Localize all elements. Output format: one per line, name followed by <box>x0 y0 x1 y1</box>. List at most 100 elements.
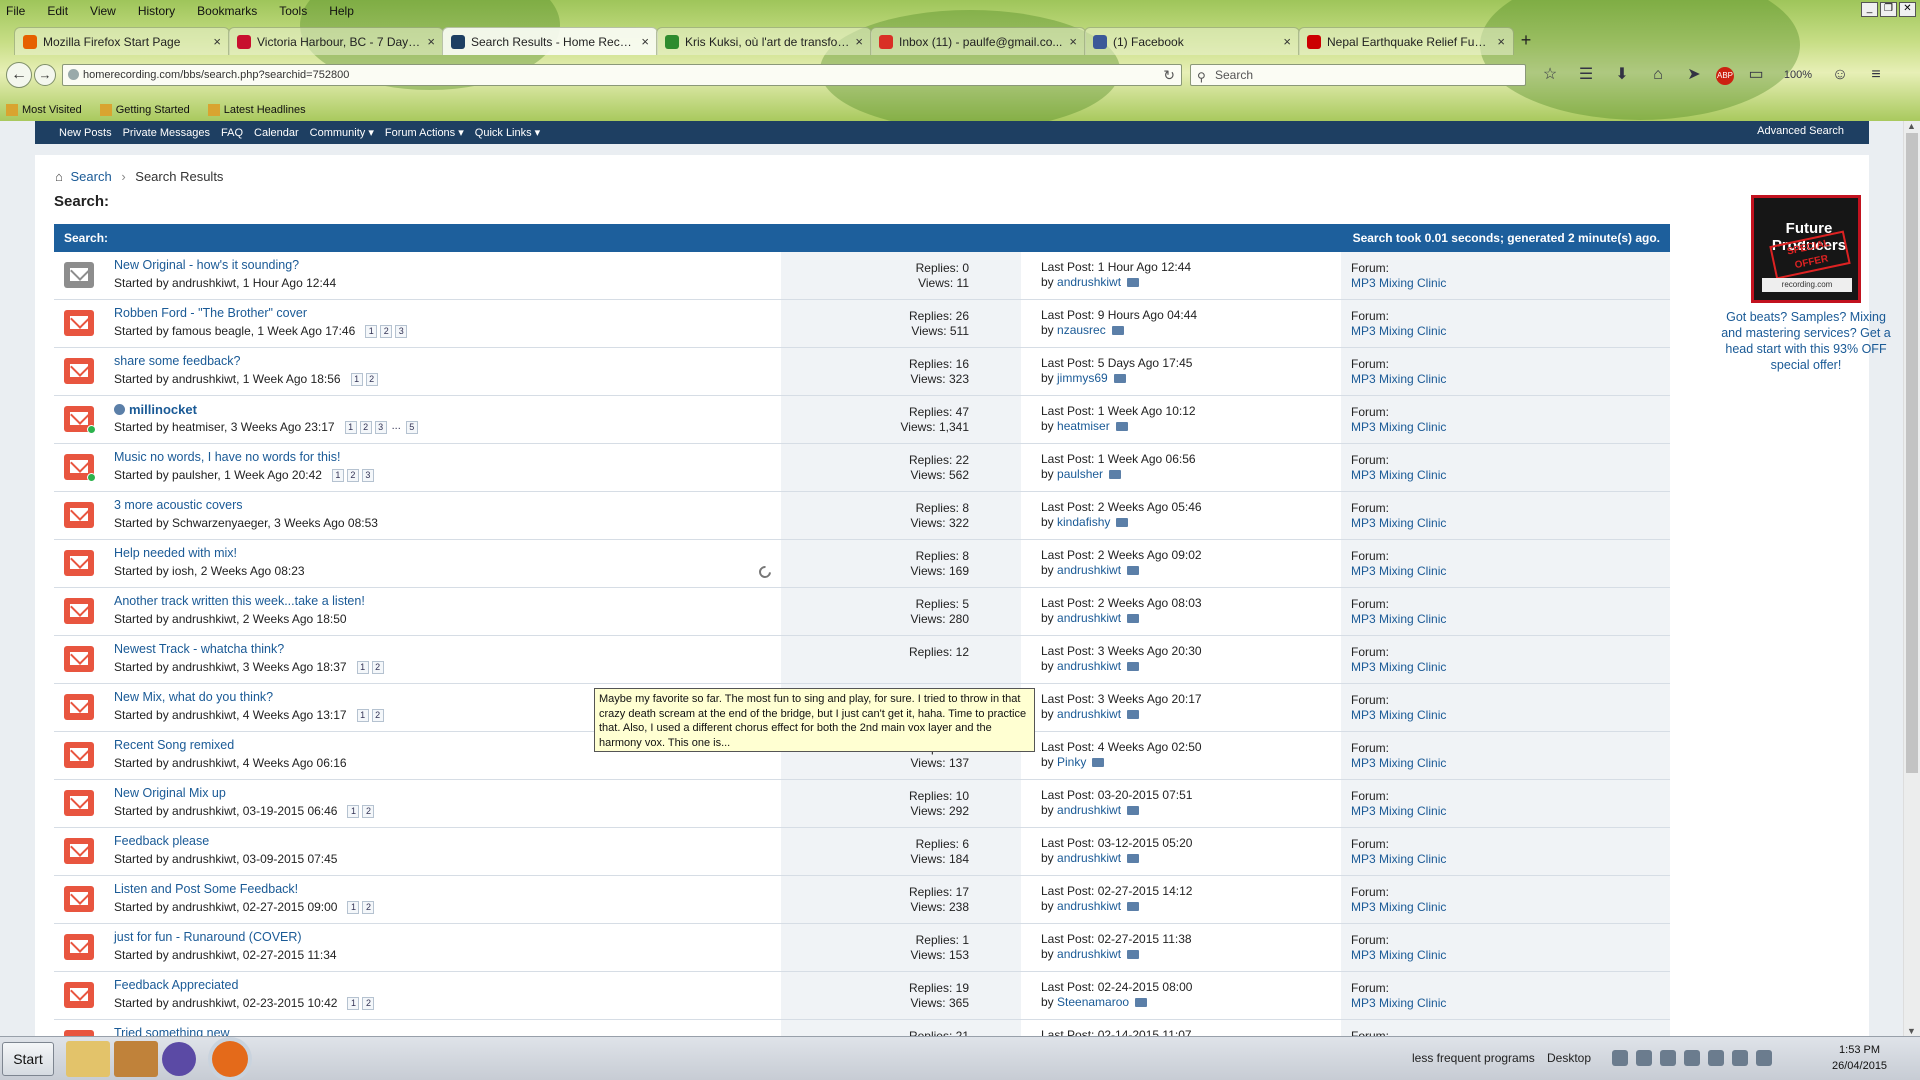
forum-link[interactable]: MP3 Mixing Clinic <box>1351 708 1446 722</box>
go-to-last-post-icon[interactable] <box>1135 998 1148 1008</box>
firefox-icon[interactable] <box>212 1041 248 1077</box>
page-link[interactable]: 1 <box>365 325 378 339</box>
thread-title-link[interactable]: New Original - how's it sounding? <box>114 258 299 272</box>
page-link[interactable]: 3 <box>395 325 408 339</box>
last-post-user-link[interactable]: andrushkiwt <box>1057 659 1121 673</box>
zoom-level[interactable]: 100% <box>1778 65 1818 87</box>
go-to-last-post-icon[interactable] <box>1127 950 1140 960</box>
adblock-icon[interactable]: ABP <box>1716 67 1734 85</box>
menu-history[interactable]: History <box>138 4 175 18</box>
tray-app-icon[interactable] <box>1636 1050 1652 1066</box>
tray-label[interactable]: less frequent programs <box>1412 1051 1535 1065</box>
browser-tab[interactable]: Nepal Earthquake Relief Fund... × <box>1298 27 1514 55</box>
thread-title-link[interactable]: 3 more acoustic covers <box>114 498 243 512</box>
forum-link[interactable]: MP3 Mixing Clinic <box>1351 564 1446 578</box>
thread-status-icon[interactable] <box>64 598 94 624</box>
thread-status-icon[interactable] <box>64 886 94 912</box>
browser-tab[interactable]: Victoria Harbour, BC - 7 Day ... × <box>228 27 444 55</box>
file-explorer-icon[interactable] <box>66 1041 110 1077</box>
go-to-last-post-icon[interactable] <box>1127 710 1140 720</box>
browser-tab[interactable]: Kris Kuksi, où l'art de transfor... × <box>656 27 872 55</box>
nav-quick-links[interactable]: Quick Links ▾ <box>475 126 540 139</box>
vertical-scrollbar[interactable]: ▲ ▼ <box>1903 121 1920 1036</box>
go-to-last-post-icon[interactable] <box>1113 374 1126 384</box>
thread-status-icon[interactable] <box>64 502 94 528</box>
thread-title-link[interactable]: Another track written this week...take a… <box>114 594 365 608</box>
forum-link[interactable]: MP3 Mixing Clinic <box>1351 516 1446 530</box>
page-link[interactable]: 1 <box>347 805 360 819</box>
go-to-last-post-icon[interactable] <box>1111 326 1124 336</box>
start-button[interactable]: Start <box>2 1042 54 1076</box>
screen-icon[interactable]: ▭ <box>1742 65 1770 87</box>
forum-link[interactable]: MP3 Mixing Clinic <box>1351 660 1446 674</box>
ad-image[interactable]: Future Producers SPECIAL OFFER recording… <box>1751 195 1861 303</box>
page-link[interactable]: 1 <box>331 469 344 483</box>
tab-close-icon[interactable]: × <box>855 34 863 49</box>
thread-title-link[interactable]: Robben Ford - "The Brother" cover <box>114 306 307 320</box>
bookmark-star-icon[interactable]: ☆ <box>1536 65 1564 87</box>
scrollbar-thumb[interactable] <box>1906 133 1918 773</box>
nav-private-messages[interactable]: Private Messages <box>123 127 210 139</box>
thread-title-link[interactable]: Music no words, I have no words for this… <box>114 450 340 464</box>
page-link[interactable]: 5 <box>405 421 418 435</box>
tab-close-icon[interactable]: × <box>1283 34 1291 49</box>
tray-app-icon[interactable] <box>1660 1050 1676 1066</box>
last-post-user-link[interactable]: Steenamaroo <box>1057 995 1129 1009</box>
thread-title-link[interactable]: just for fun - Runaround (COVER) <box>114 930 302 944</box>
forum-link[interactable]: MP3 Mixing Clinic <box>1351 948 1446 962</box>
tab-close-icon[interactable]: × <box>1069 34 1077 49</box>
page-link[interactable]: 2 <box>346 469 359 483</box>
go-to-last-post-icon[interactable] <box>1127 854 1140 864</box>
thread-title-link[interactable]: Help needed with mix! <box>114 546 237 560</box>
thread-status-icon[interactable] <box>64 694 94 720</box>
thread-title-link[interactable]: Newest Track - whatcha think? <box>114 642 284 656</box>
nav-forum-actions[interactable]: Forum Actions ▾ <box>385 126 464 139</box>
menu-view[interactable]: View <box>90 4 116 18</box>
restore-button[interactable]: ❐ <box>1880 2 1897 17</box>
hamburger-menu-icon[interactable]: ≡ <box>1862 65 1890 87</box>
page-link[interactable]: 2 <box>362 805 375 819</box>
forum-link[interactable]: MP3 Mixing Clinic <box>1351 996 1446 1010</box>
page-link[interactable]: 2 <box>365 373 378 387</box>
clock[interactable]: 1:53 PM 26/04/2015 <box>1832 1042 1887 1074</box>
page-link[interactable]: 2 <box>359 421 372 435</box>
thread-status-icon[interactable] <box>64 550 94 576</box>
last-post-user-link[interactable]: nzausrec <box>1057 323 1106 337</box>
nav-calendar[interactable]: Calendar <box>254 127 299 139</box>
last-post-user-link[interactable]: kindafishy <box>1057 515 1110 529</box>
last-post-user-link[interactable]: andrushkiwt <box>1057 275 1121 289</box>
go-to-last-post-icon[interactable] <box>1092 758 1105 768</box>
page-link[interactable]: 2 <box>362 997 375 1011</box>
last-post-user-link[interactable]: jimmys69 <box>1057 371 1108 385</box>
thread-title-link[interactable]: Feedback please <box>114 834 209 848</box>
thread-title-link[interactable]: millinocket <box>114 402 197 417</box>
thread-title-link[interactable]: Tried something new <box>114 1026 230 1036</box>
browser-tab[interactable]: Inbox (11) - paulfe@gmail.co... × <box>870 27 1086 55</box>
thread-status-icon[interactable] <box>64 934 94 960</box>
last-post-user-link[interactable]: andrushkiwt <box>1057 899 1121 913</box>
url-bar[interactable]: homerecording.com/bbs/search.php?searchi… <box>62 64 1182 86</box>
bookmark-item[interactable]: Latest Headlines <box>207 104 306 117</box>
go-to-last-post-icon[interactable] <box>1127 902 1140 912</box>
bookmarks-list-icon[interactable]: ☰ <box>1572 65 1600 87</box>
tab-close-icon[interactable]: × <box>427 34 435 49</box>
browser-tab[interactable]: Search Results - Home Recor... × <box>442 27 658 55</box>
nav-faq[interactable]: FAQ <box>221 127 243 139</box>
thread-title-link[interactable]: New Mix, what do you think? <box>114 690 273 704</box>
last-post-user-link[interactable]: andrushkiwt <box>1057 803 1121 817</box>
forward-button[interactable]: → <box>34 64 56 86</box>
page-link[interactable]: 1 <box>347 997 360 1011</box>
tray-network-icon[interactable] <box>1612 1050 1628 1066</box>
thread-title-link[interactable]: New Original Mix up <box>114 786 226 800</box>
menu-edit[interactable]: Edit <box>47 4 68 18</box>
page-link[interactable]: 1 <box>347 901 360 915</box>
go-to-last-post-icon[interactable] <box>1127 806 1140 816</box>
nav-new-posts[interactable]: New Posts <box>59 127 112 139</box>
reload-icon[interactable]: ↻ <box>1163 65 1175 85</box>
downloads-icon[interactable]: ⬇ <box>1608 65 1636 87</box>
thread-status-icon[interactable] <box>64 790 94 816</box>
thread-status-icon[interactable] <box>64 406 96 434</box>
forum-link[interactable]: MP3 Mixing Clinic <box>1351 852 1446 866</box>
page-link[interactable]: 2 <box>362 901 375 915</box>
tray-app-icon[interactable] <box>1708 1050 1724 1066</box>
